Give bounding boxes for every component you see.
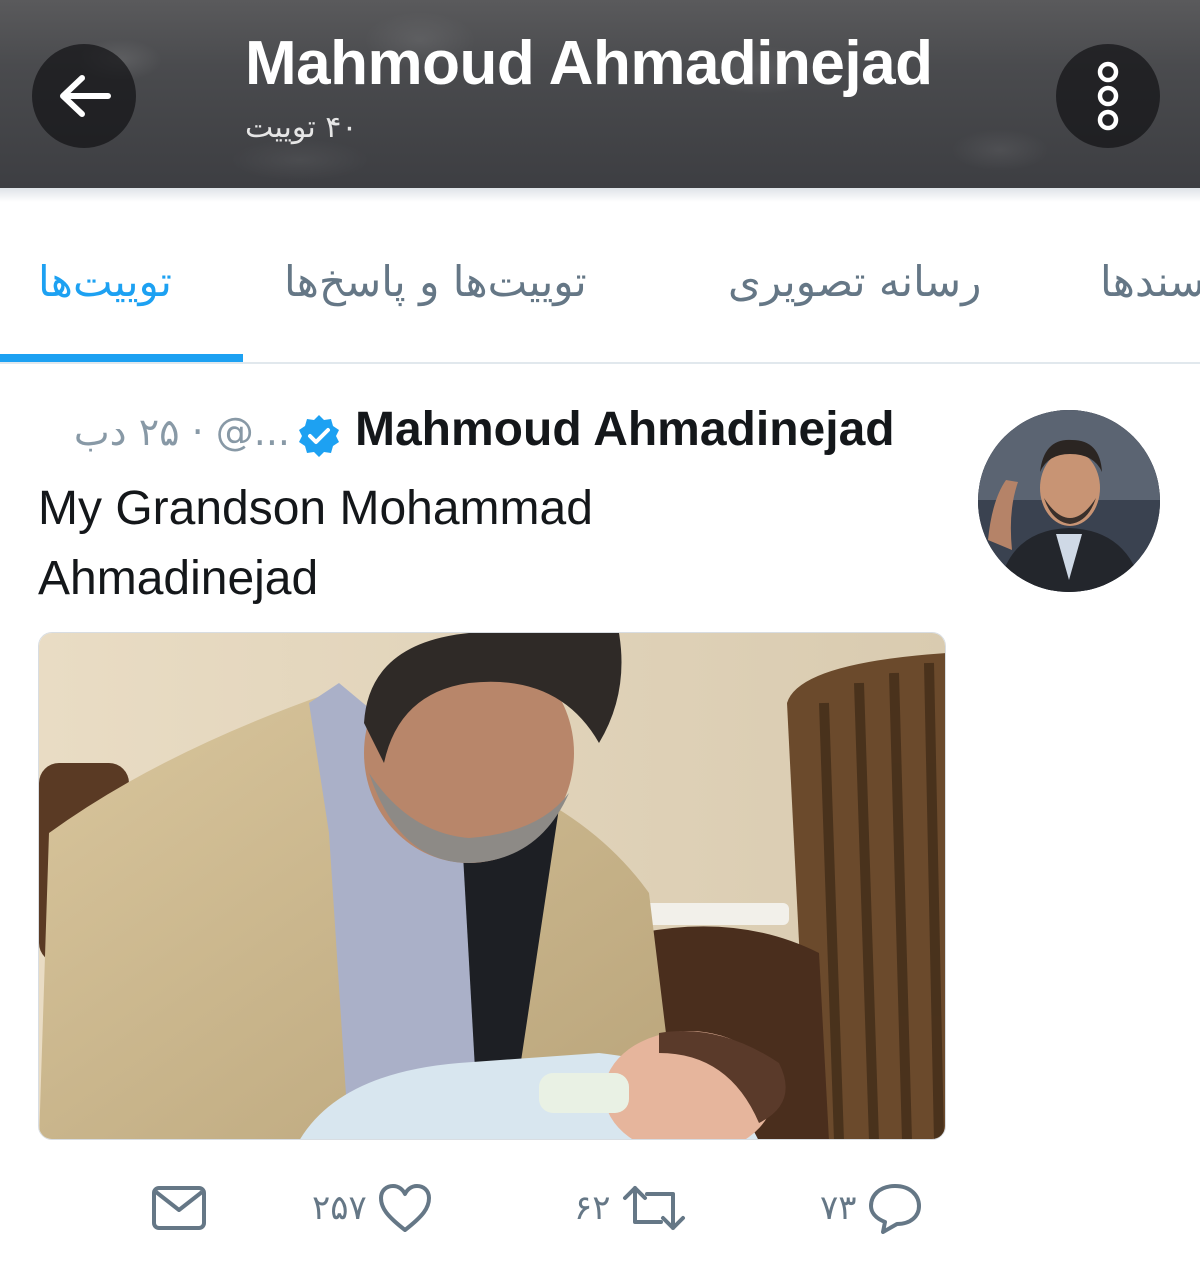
retweet-icon: [622, 1186, 685, 1230]
profile-tabs: توییت‌ها توییت‌ها و پاسخ‌ها رسانه تصویری…: [0, 202, 1200, 364]
tab-media[interactable]: رسانه تصویری: [728, 257, 981, 306]
reply-icon: [868, 1184, 921, 1234]
tab-likes[interactable]: سندها: [1100, 257, 1200, 306]
avatar-image: [978, 410, 1160, 592]
retweet-button[interactable]: ۶۲: [574, 1178, 687, 1238]
tweet-text: My Grandson Mohammad Ahmadinejad: [38, 474, 938, 614]
tab-tweets[interactable]: توییت‌ها: [38, 257, 172, 306]
like-icon: [378, 1184, 431, 1232]
tweet-text-line: Ahmadinejad: [38, 552, 319, 605]
active-tab-indicator: [0, 354, 243, 362]
like-button[interactable]: ۲۵۷: [312, 1178, 433, 1238]
verified-badge-icon: [299, 415, 339, 457]
tweet-photo[interactable]: [38, 632, 946, 1140]
direct-message-icon: [152, 1186, 206, 1230]
back-arrow-icon: [60, 75, 111, 117]
like-count: ۲۵۷: [312, 1188, 367, 1228]
tab-likes-label: سندها: [1100, 257, 1200, 306]
profile-name: Mahmoud Ahmadinejad: [245, 29, 933, 98]
reply-button[interactable]: ۷۳: [820, 1178, 923, 1238]
retweet-count: ۶۲: [574, 1188, 611, 1228]
profile-header: Mahmoud Ahmadinejad ۴۰ توییت: [0, 0, 1200, 188]
tab-tweets-and-replies[interactable]: توییت‌ها و پاسخ‌ها: [284, 257, 587, 306]
tweet-photo-image: [39, 633, 945, 1139]
more-vertical-icon: [1097, 61, 1119, 131]
direct-message-button[interactable]: [150, 1178, 208, 1238]
tweet-count: ۴۰ توییت: [245, 110, 358, 145]
tweet-meta: ...@ · ۲۵ دب: [73, 410, 290, 454]
header-divider: [0, 188, 1200, 202]
avatar[interactable]: [978, 410, 1160, 592]
more-options-button[interactable]: [1056, 44, 1160, 148]
tweet-text-line: My Grandson Mohammad: [38, 482, 593, 535]
reply-count: ۷۳: [820, 1188, 857, 1228]
back-button[interactable]: [32, 44, 136, 148]
tweet-author-name[interactable]: Mahmoud Ahmadinejad: [355, 402, 895, 457]
